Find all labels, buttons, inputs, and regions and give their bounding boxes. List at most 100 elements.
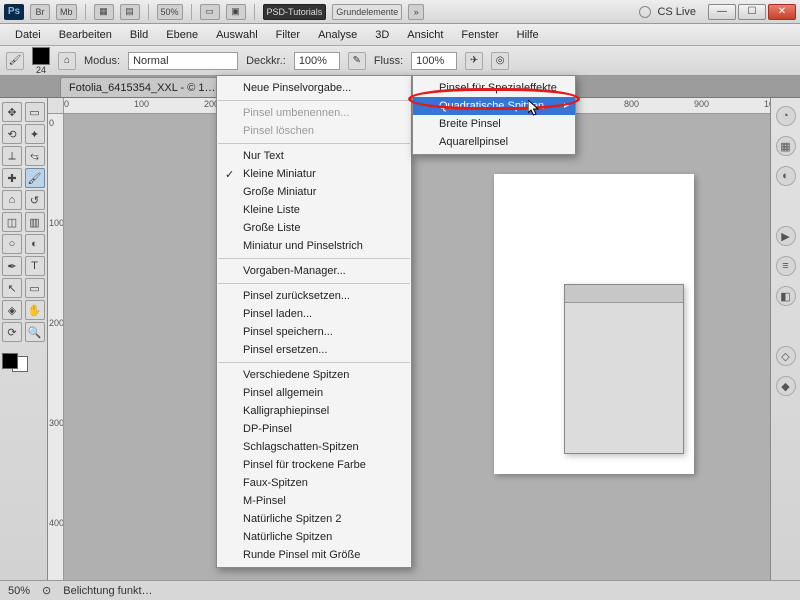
history-panel-icon[interactable]: ▶ (776, 226, 796, 246)
submenu-item[interactable]: Aquarellpinsel (413, 133, 575, 151)
submenu-item[interactable]: Quadratische Spitzen▸ (413, 97, 575, 115)
cslive-label[interactable]: CS Live (657, 6, 696, 18)
status-zoom[interactable]: 50% (8, 585, 30, 597)
menu-item[interactable]: Kleine Liste (217, 201, 411, 219)
color-panel-icon[interactable]: ◔ (776, 106, 796, 126)
3d-tool[interactable]: ◈ (2, 300, 22, 320)
menu-bild[interactable]: Bild (121, 26, 157, 44)
menu-item[interactable]: Kalligraphiepinsel (217, 402, 411, 420)
close-button[interactable]: ✕ (768, 4, 796, 20)
floating-panel-header[interactable] (565, 285, 683, 303)
canvas-viewport[interactable] (64, 114, 770, 580)
swatches-panel-icon[interactable]: ▦ (776, 136, 796, 156)
hand-tool[interactable]: ✋ (25, 300, 45, 320)
menu-item[interactable]: Verschiedene Spitzen (217, 366, 411, 384)
workspace-overflow[interactable]: » (408, 4, 424, 20)
foreground-color[interactable] (2, 353, 18, 369)
menu-item[interactable]: Runde Pinsel mit Größe (217, 546, 411, 564)
opacity-pressure-icon[interactable]: ✎ (348, 52, 366, 70)
workspace-grundelemente[interactable]: Grundelemente (332, 4, 402, 20)
menu-ansicht[interactable]: Ansicht (398, 26, 452, 44)
menu-bearbeiten[interactable]: Bearbeiten (50, 26, 121, 44)
menu-item[interactable]: Große Miniatur (217, 183, 411, 201)
brush-preview[interactable] (32, 47, 50, 65)
menu-item[interactable]: Pinsel laden... (217, 305, 411, 323)
menu-item[interactable]: Nur Text (217, 147, 411, 165)
brush-panel-toggle[interactable]: ⌂ (58, 52, 76, 70)
menu-ebene[interactable]: Ebene (157, 26, 207, 44)
eraser-tool[interactable]: ◫ (2, 212, 22, 232)
status-doc-info[interactable]: Belichtung funkt… (63, 585, 152, 597)
menu-filter[interactable]: Filter (267, 26, 309, 44)
bridge-button[interactable]: Br (30, 4, 50, 20)
arrange-docs-button[interactable]: ▭ (200, 4, 220, 20)
history-brush-tool[interactable]: ↺ (25, 190, 45, 210)
move-tool[interactable]: ✥ (2, 102, 22, 122)
crop-tool[interactable]: ⟂ (2, 146, 22, 166)
opacity-input[interactable]: 100% (294, 52, 340, 70)
menu-analyse[interactable]: Analyse (309, 26, 366, 44)
screen-mode-button[interactable]: ▣ (226, 4, 246, 20)
blend-mode-select[interactable]: Normal (128, 52, 238, 70)
menu-item[interactable]: Vorgaben-Manager... (217, 262, 411, 280)
view-extras-button[interactable]: ▦ (94, 4, 114, 20)
paths-panel-icon[interactable]: ◆ (776, 376, 796, 396)
menu-item[interactable]: Natürliche Spitzen 2 (217, 510, 411, 528)
menu-item[interactable]: DP-Pinsel (217, 420, 411, 438)
eyedropper-tool[interactable]: ⥃ (25, 146, 45, 166)
brush-tool-icon[interactable]: 🖌 (6, 52, 24, 70)
ruler-origin[interactable] (48, 98, 64, 114)
marquee-tool[interactable]: ▭ (25, 102, 45, 122)
menu-item[interactable]: Faux-Spitzen (217, 474, 411, 492)
menu-item[interactable]: M-Pinsel (217, 492, 411, 510)
mini-bridge-button[interactable]: Mb (56, 4, 77, 20)
airbrush-icon[interactable]: ✈ (465, 52, 483, 70)
menu-datei[interactable]: Datei (6, 26, 50, 44)
maximize-button[interactable]: ☐ (738, 4, 766, 20)
menu-item[interactable]: Pinsel für trockene Farbe (217, 456, 411, 474)
document-tab[interactable]: Fotolia_6415354_XXL - © 1… × (60, 77, 237, 97)
menu-item[interactable]: ✓Kleine Miniatur (217, 165, 411, 183)
color-swatches[interactable] (2, 350, 45, 372)
rotate-view-tool[interactable]: ⟳ (2, 322, 22, 342)
minimize-button[interactable]: — (708, 4, 736, 20)
type-tool[interactable]: T (25, 256, 45, 276)
workspace-psd-tutorials[interactable]: PSD-Tutorials (263, 4, 327, 20)
tablet-pressure-icon[interactable]: ◎ (491, 52, 509, 70)
menu-item[interactable]: Pinsel allgemein (217, 384, 411, 402)
shape-tool[interactable]: ▭ (25, 278, 45, 298)
pen-tool[interactable]: ✒ (2, 256, 22, 276)
menu-item[interactable]: Schlagschatten-Spitzen (217, 438, 411, 456)
lasso-tool[interactable]: ⟲ (2, 124, 22, 144)
menu-item[interactable]: Pinsel ersetzen... (217, 341, 411, 359)
healing-tool[interactable]: ✚ (2, 168, 22, 188)
menu-item[interactable]: Große Liste (217, 219, 411, 237)
view-rulers-button[interactable]: ▤ (120, 4, 140, 20)
menu-hilfe[interactable]: Hilfe (508, 26, 548, 44)
path-select-tool[interactable]: ↖ (2, 278, 22, 298)
layers-panel-icon[interactable]: ◧ (776, 286, 796, 306)
quick-select-tool[interactable]: ✦ (25, 124, 45, 144)
channels-panel-icon[interactable]: ◇ (776, 346, 796, 366)
menu-item[interactable]: Miniatur und Pinselstrich (217, 237, 411, 255)
menu-item[interactable]: Neue Pinselvorgabe... (217, 79, 411, 97)
adjustments-panel-icon[interactable]: ◐ (776, 166, 796, 186)
ruler-vertical[interactable]: 0100200300400 (48, 114, 64, 580)
menu-item[interactable]: Pinsel speichern... (217, 323, 411, 341)
floating-panel[interactable] (564, 284, 684, 454)
menu-item[interactable]: Pinsel zurücksetzen... (217, 287, 411, 305)
submenu-item[interactable]: Breite Pinsel (413, 115, 575, 133)
stamp-tool[interactable]: ⌂ (2, 190, 22, 210)
menu-3d[interactable]: 3D (366, 26, 398, 44)
submenu-item[interactable]: Pinsel für Spezialeffekte (413, 79, 575, 97)
brush-tool[interactable]: 🖌 (25, 168, 45, 188)
zoom-level[interactable]: 50% (157, 4, 183, 20)
menu-auswahl[interactable]: Auswahl (207, 26, 267, 44)
menu-item[interactable]: Natürliche Spitzen (217, 528, 411, 546)
dodge-tool[interactable]: ◐ (25, 234, 45, 254)
blur-tool[interactable]: ○ (2, 234, 22, 254)
menu-fenster[interactable]: Fenster (452, 26, 507, 44)
zoom-tool[interactable]: 🔍 (25, 322, 45, 342)
flow-input[interactable]: 100% (411, 52, 457, 70)
gradient-tool[interactable]: ▥ (25, 212, 45, 232)
